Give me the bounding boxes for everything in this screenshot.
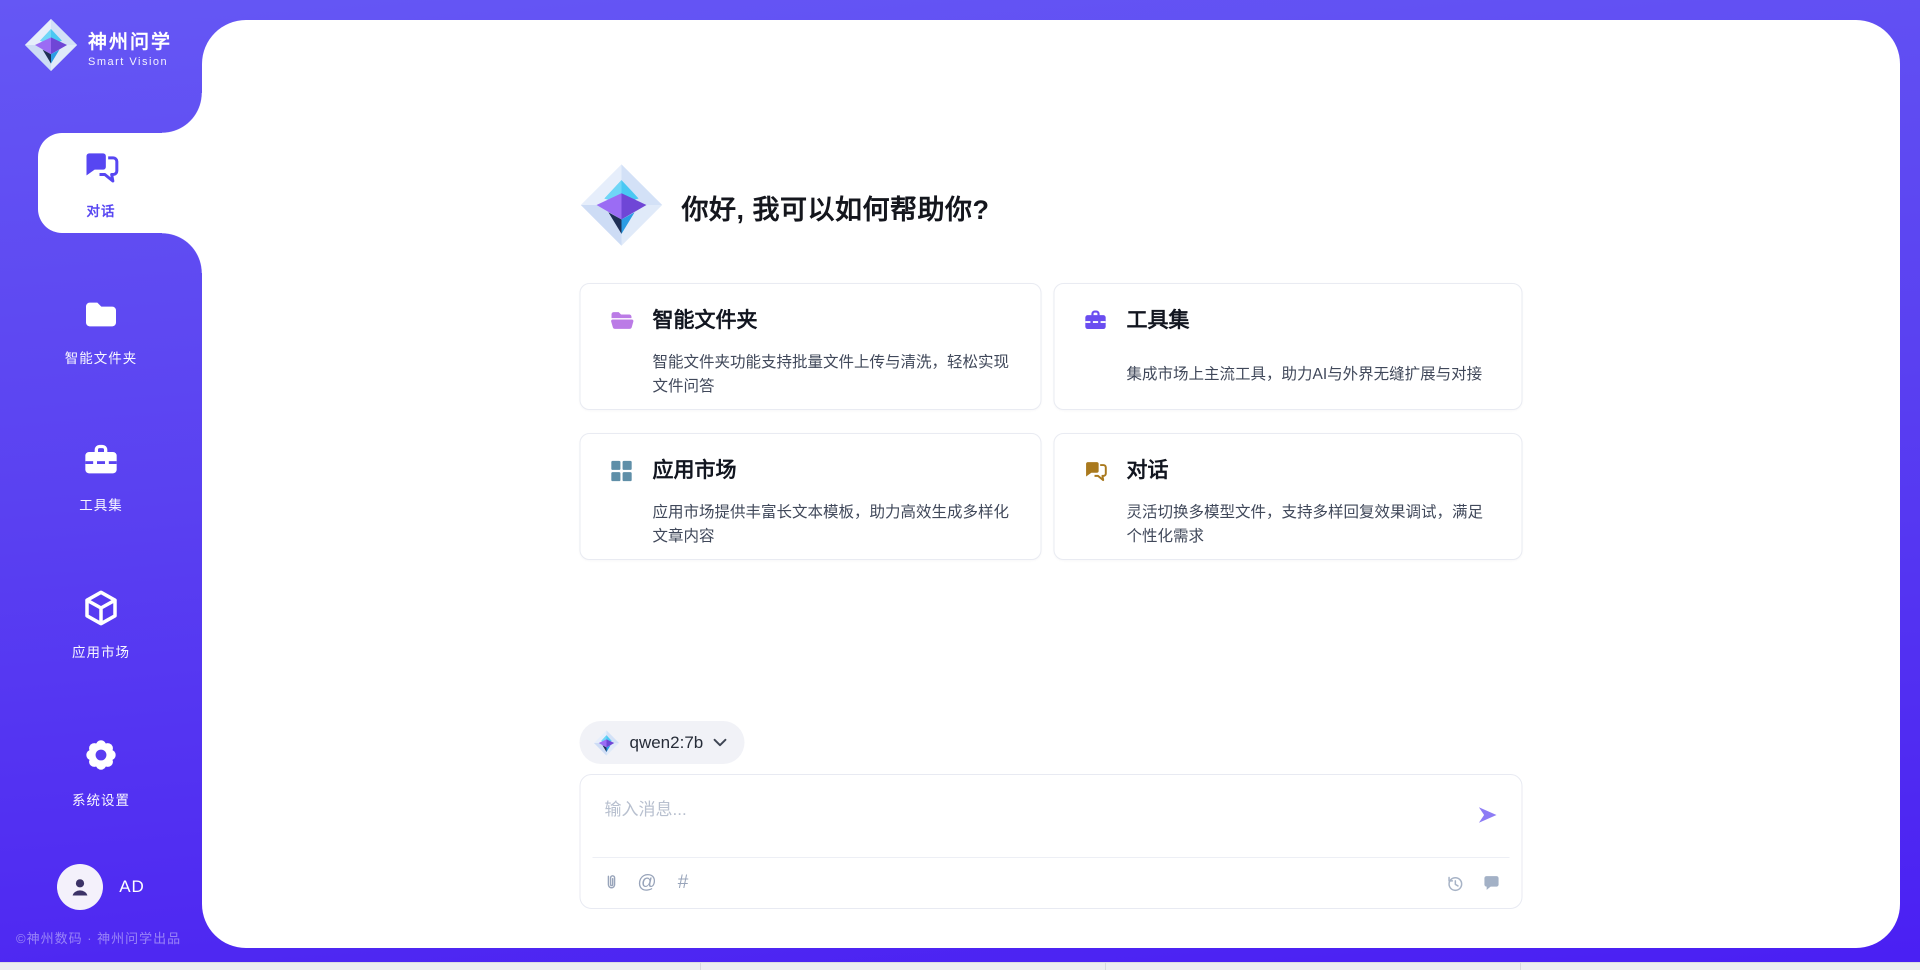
card-title: 工具集 bbox=[1127, 307, 1498, 357]
main-panel: 你好, 我可以如何帮助你? 智能文件夹 智能文件夹功能支持批量文件上传与清洗，轻… bbox=[202, 20, 1900, 948]
comment-icon[interactable] bbox=[1481, 873, 1502, 894]
card-description: 智能文件夹功能支持批量文件上传与清洗，轻松实现文件问答 bbox=[653, 351, 1017, 409]
sidebar: 神州问学 Smart Vision 对话 智能文件夹 bbox=[0, 0, 202, 962]
sidebar-item-toolset[interactable]: 工具集 bbox=[0, 427, 202, 527]
model-name: qwen2:7b bbox=[630, 733, 704, 753]
grid-icon bbox=[609, 458, 635, 484]
user-name: AD bbox=[119, 877, 145, 897]
card-toolset[interactable]: 工具集 集成市场上主流工具，助力AI与外界无缝扩展与对接 bbox=[1054, 283, 1523, 410]
bottom-edge-strip bbox=[0, 962, 1920, 970]
app-root: 神州问学 Smart Vision 对话 智能文件夹 bbox=[0, 0, 1920, 970]
message-input[interactable] bbox=[605, 795, 1445, 825]
card-smart-folder[interactable]: 智能文件夹 智能文件夹功能支持批量文件上传与清洗，轻松实现文件问答 bbox=[580, 283, 1042, 410]
chevron-down-icon bbox=[713, 738, 726, 747]
chat-icon bbox=[81, 147, 121, 192]
send-icon[interactable] bbox=[1476, 803, 1500, 827]
card-app-market[interactable]: 应用市场 应用市场提供丰富长文本模板，助力高效生成多样化文章内容 bbox=[580, 433, 1042, 560]
greeting-title: 你好, 我可以如何帮助你? bbox=[682, 188, 990, 227]
diamond-logo-icon bbox=[580, 163, 664, 252]
sidebar-item-label: 对话 bbox=[87, 200, 116, 220]
card-description: 灵活切换多模型文件，支持多样回复效果调试，满足个性化需求 bbox=[1127, 501, 1498, 559]
gear-icon bbox=[80, 734, 122, 781]
history-icon[interactable] bbox=[1445, 873, 1466, 894]
tab-fillet-top bbox=[162, 93, 202, 133]
sidebar-item-label: 工具集 bbox=[79, 494, 123, 514]
sidebar-item-smart-folder[interactable]: 智能文件夹 bbox=[0, 280, 202, 380]
toolbox-icon bbox=[1083, 308, 1109, 334]
card-title: 智能文件夹 bbox=[653, 307, 1017, 345]
brand-subtitle: Smart Vision bbox=[88, 56, 172, 68]
sidebar-item-label: 应用市场 bbox=[72, 641, 130, 661]
sidebar-item-label: 系统设置 bbox=[72, 789, 130, 809]
card-description: 集成市场上主流工具，助力AI与外界无缝扩展与对接 bbox=[1127, 363, 1498, 409]
copyright-footer: ©神州数码 · 神州问学出品 bbox=[16, 928, 181, 947]
avatar bbox=[57, 864, 103, 910]
sidebar-item-app-market[interactable]: 应用市场 bbox=[0, 574, 202, 674]
tab-fillet-bottom bbox=[162, 233, 202, 273]
brand-diamond-logo-icon bbox=[24, 18, 78, 77]
brand-name: 神州问学 bbox=[88, 27, 172, 54]
sidebar-item-label: 智能文件夹 bbox=[65, 347, 138, 367]
card-title: 对话 bbox=[1127, 457, 1498, 495]
open-folder-icon bbox=[609, 308, 635, 334]
chat-icon bbox=[1083, 458, 1109, 484]
card-title: 应用市场 bbox=[653, 457, 1017, 495]
toolbox-icon bbox=[81, 441, 121, 486]
diamond-logo-icon bbox=[594, 730, 620, 756]
brand: 神州问学 Smart Vision bbox=[24, 18, 172, 77]
card-description: 应用市场提供丰富长文本模板，助力高效生成多样化文章内容 bbox=[653, 501, 1017, 559]
user-profile[interactable]: AD bbox=[0, 864, 202, 910]
sidebar-item-settings[interactable]: 系统设置 bbox=[0, 721, 202, 821]
model-selector[interactable]: qwen2:7b bbox=[580, 721, 745, 764]
message-composer: @ # bbox=[580, 774, 1523, 909]
hash-icon[interactable]: # bbox=[673, 873, 694, 894]
feature-cards: 智能文件夹 智能文件夹功能支持批量文件上传与清洗，轻松实现文件问答 工具集 bbox=[580, 283, 1523, 560]
card-chat[interactable]: 对话 灵活切换多模型文件，支持多样回复效果调试，满足个性化需求 bbox=[1054, 433, 1523, 560]
sidebar-item-chat[interactable]: 对话 bbox=[0, 133, 202, 233]
folder-icon bbox=[81, 294, 121, 339]
at-icon[interactable]: @ bbox=[637, 873, 658, 894]
greeting: 你好, 我可以如何帮助你? bbox=[580, 163, 1523, 252]
paperclip-icon[interactable] bbox=[601, 873, 622, 894]
cube-icon bbox=[81, 588, 121, 633]
